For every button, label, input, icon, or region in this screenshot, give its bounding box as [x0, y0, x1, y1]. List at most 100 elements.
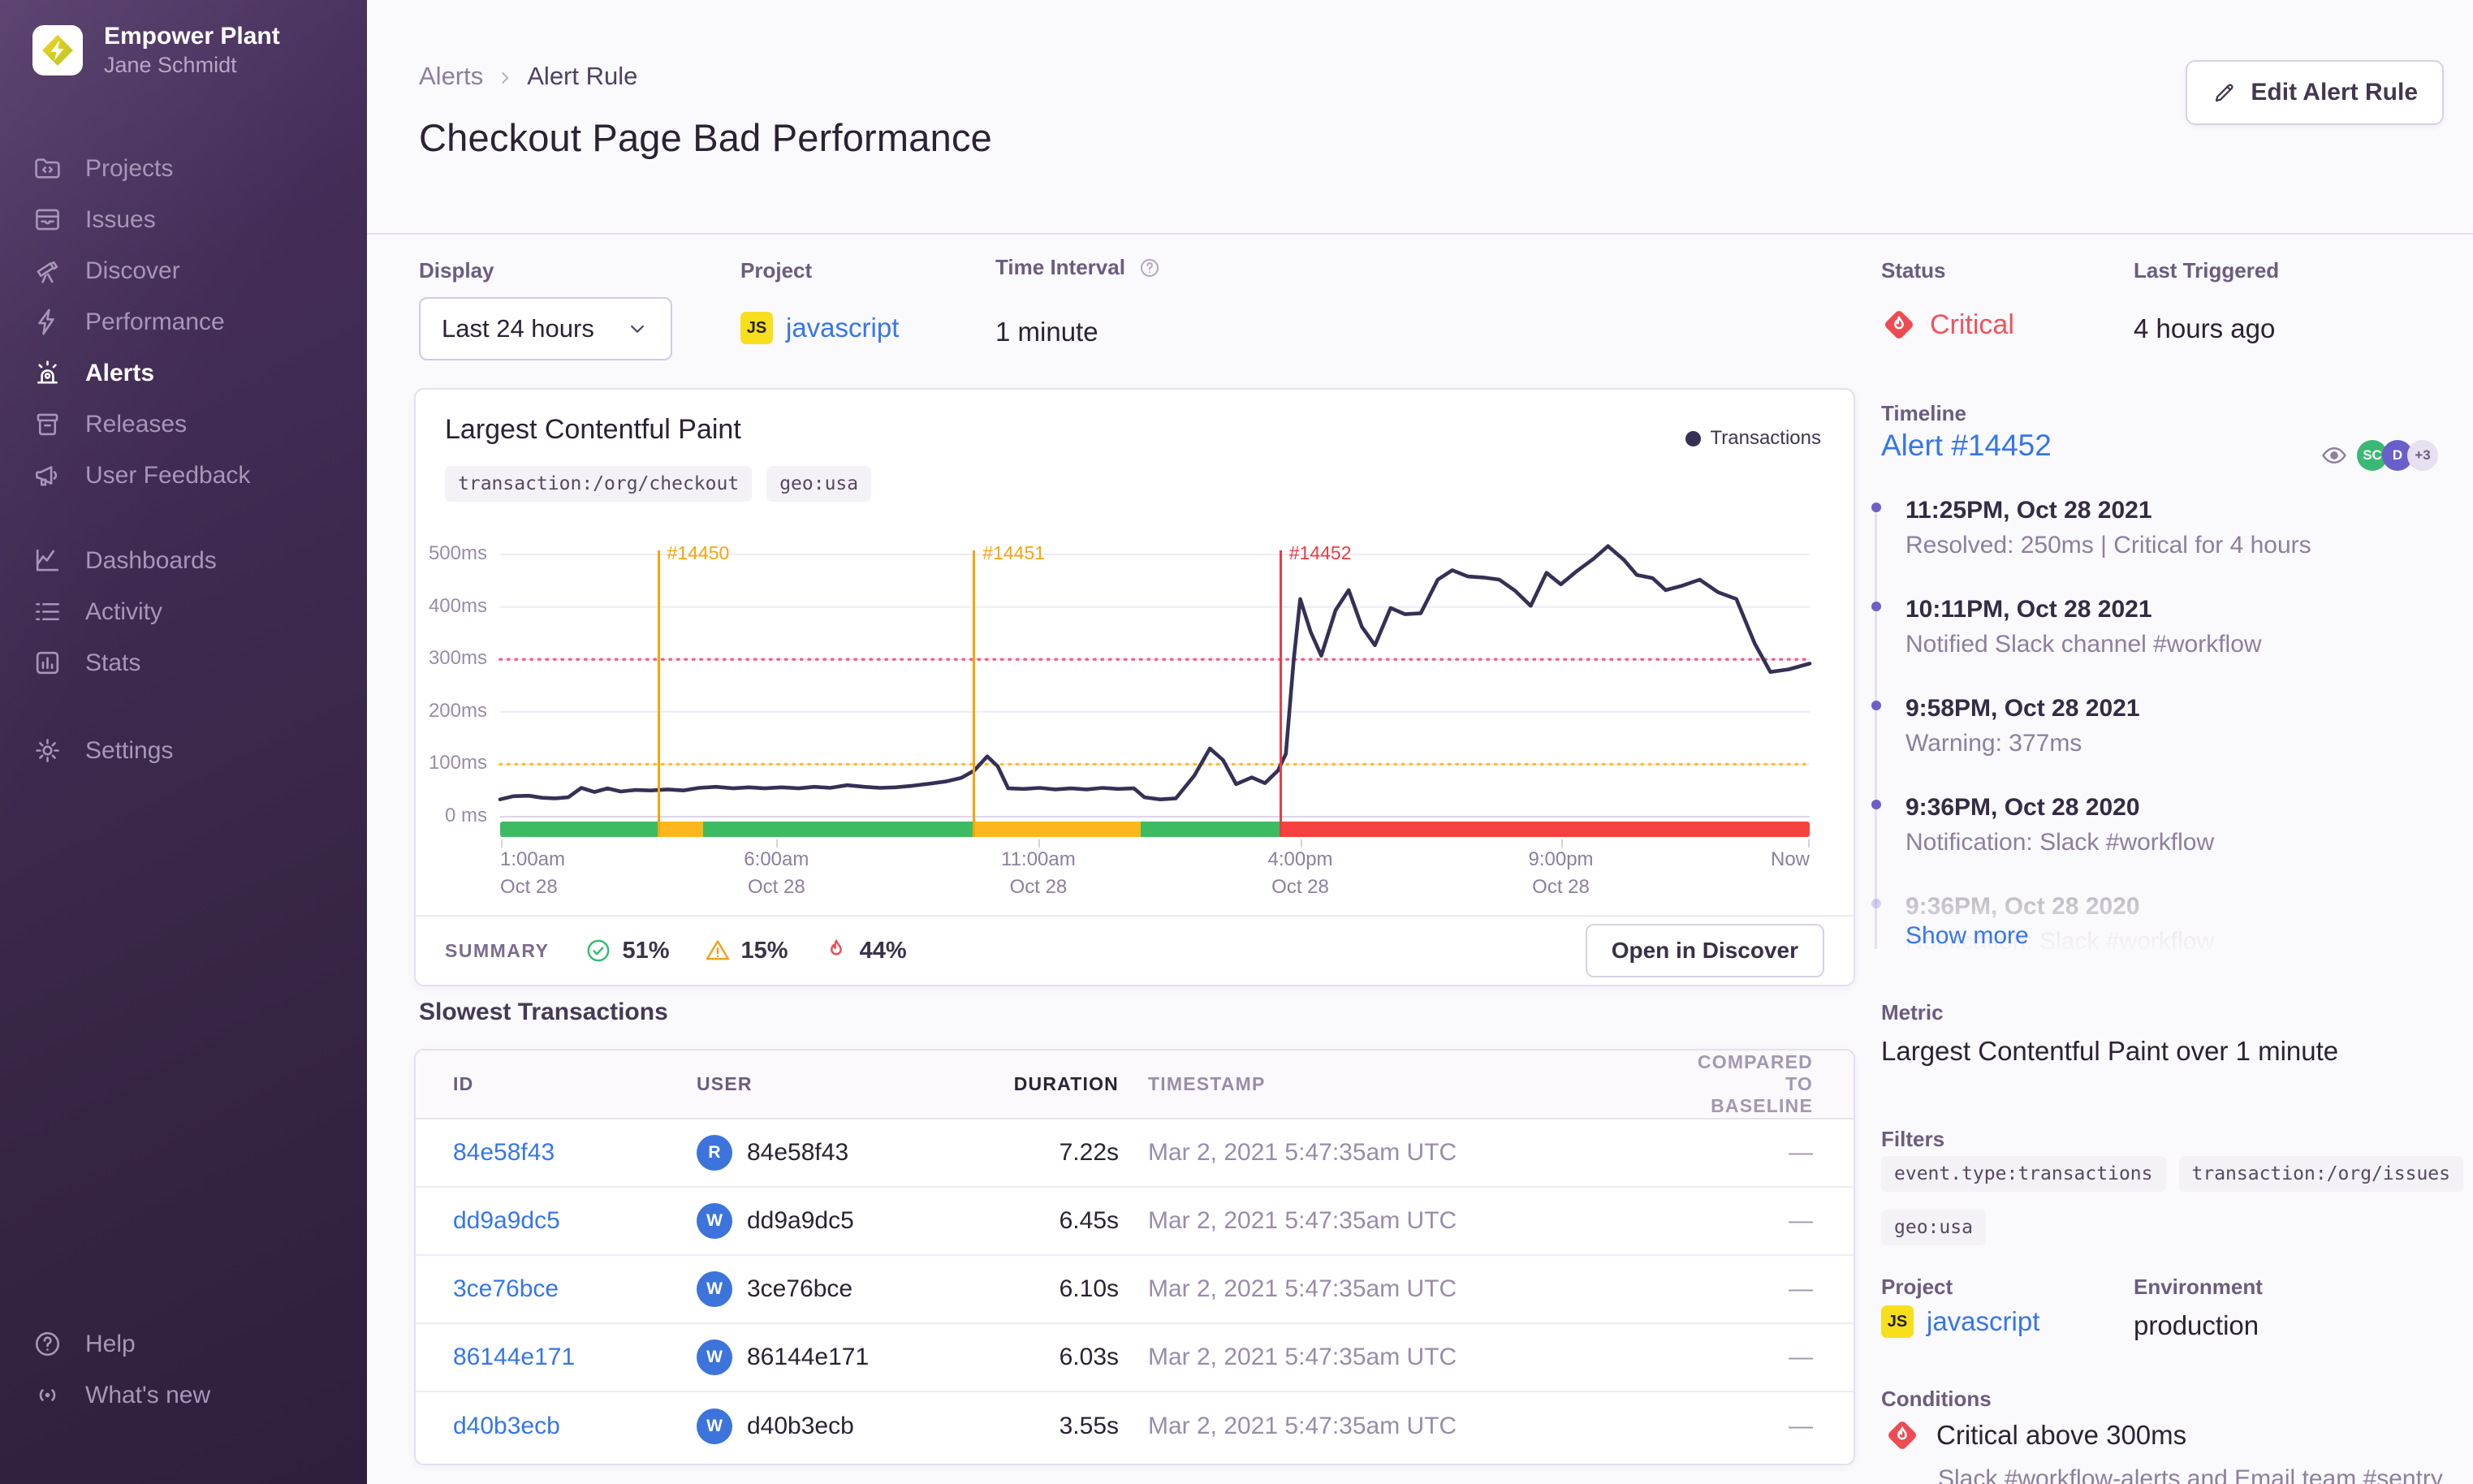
metric-label: Metric [1881, 1000, 1944, 1025]
transaction-id-link[interactable]: 84e58f43 [453, 1139, 697, 1167]
sidebar-item[interactable]: Performance [0, 296, 367, 347]
siren-icon [32, 358, 63, 388]
sidebar-item[interactable]: Dashboards [0, 535, 367, 586]
col-header-duration: DURATION [1013, 1073, 1119, 1094]
sidebar-item-label: Stats [85, 649, 141, 676]
axis-tickmark [501, 839, 503, 848]
y-axis-tick: 0 ms [444, 805, 487, 826]
user-avatar: W [697, 1203, 732, 1239]
event-description: Notified Slack channel #workflow [1905, 631, 2262, 658]
transactions-table: ID USER DURATION TIMESTAMP COMPARED TO B… [414, 1049, 1855, 1465]
sidebar-item[interactable]: Settings [0, 725, 367, 776]
nav-secondary: Dashboards Activity Stats [0, 535, 367, 688]
conditions-label: Conditions [1881, 1387, 1992, 1411]
project-detail-label: Project [1881, 1275, 1953, 1299]
table-row: d40b3ecb W d40b3ecb 3.55s Mar 2, 2021 5:… [416, 1392, 1854, 1460]
summary-critical: 44% [822, 937, 907, 964]
project-javascript-link[interactable]: javascript [1927, 1306, 2039, 1337]
activity-list-icon [32, 597, 63, 627]
incident-line[interactable] [973, 550, 976, 837]
summary-ok: 51% [585, 937, 670, 964]
incident-line[interactable] [1279, 550, 1282, 837]
x-axis-tick: 6:00am Oct 28 [744, 848, 809, 898]
status-strip-segment [500, 822, 658, 837]
timeline-bullet-icon [1871, 503, 1881, 512]
table-row: 84e58f43 R 84e58f43 7.22s Mar 2, 2021 5:… [416, 1119, 1854, 1188]
slowest-transactions-title: Slowest Transactions [419, 999, 668, 1025]
table-row: 3ce76bce W 3ce76bce 6.10s Mar 2, 2021 5:… [416, 1256, 1854, 1324]
timestamp-cell: Mar 2, 2021 5:47:35am UTC [1148, 1139, 1457, 1166]
sidebar-item-label: Discover [85, 257, 180, 284]
sidebar-item[interactable]: Issues [0, 194, 367, 245]
question-circle-icon[interactable] [1138, 257, 1161, 279]
timeline-event: 9:36PM, Oct 28 2020 Notification: Slack … [1871, 791, 2449, 860]
org-user: Jane Schmidt [104, 53, 237, 77]
transaction-id-link[interactable]: 3ce76bce [453, 1275, 697, 1303]
y-axis-tick: 100ms [428, 752, 487, 774]
chart-tags: transaction:/org/checkout geo:usa [445, 466, 872, 502]
sidebar-item[interactable]: Activity [0, 586, 367, 637]
legend-transactions[interactable]: Transactions [1685, 427, 1821, 450]
y-axis-tick: 200ms [428, 699, 487, 722]
chart-title: Largest Contentful Paint [445, 414, 741, 445]
sidebar-item-label: Releases [85, 410, 188, 438]
transaction-id-link[interactable]: d40b3ecb [453, 1413, 697, 1440]
last-triggered-value: 4 hours ago [2134, 313, 2276, 343]
sidebar-item[interactable]: Stats [0, 637, 367, 688]
status-critical-text: Critical [1930, 308, 2014, 340]
event-time: 9:36PM, Oct 28 2020 [1905, 893, 2140, 920]
axis-tickmark [1038, 839, 1040, 848]
filter-pills-row1: event.type:transactions transaction:/org/… [1881, 1156, 2463, 1192]
timeline-event: 11:25PM, Oct 28 2021 Resolved: 250ms | C… [1871, 494, 2449, 563]
display-select[interactable]: Last 24 hours [419, 297, 672, 360]
incident-label[interactable]: #14452 [1289, 542, 1352, 564]
col-header-id: ID [453, 1073, 474, 1094]
archive-icon [32, 409, 63, 439]
sidebar-item[interactable]: Alerts [0, 347, 367, 399]
sidebar-item-label: User Feedback [85, 461, 251, 489]
edit-alert-rule-button[interactable]: Edit Alert Rule [2186, 60, 2444, 125]
telescope-icon [32, 256, 63, 286]
sidebar-item[interactable]: Help [0, 1318, 367, 1370]
gear-icon [32, 736, 63, 766]
sidebar-item[interactable]: What's new [0, 1370, 367, 1421]
project-javascript-link[interactable]: javascript [786, 313, 899, 343]
col-header-timestamp: TIMESTAMP [1148, 1073, 1266, 1094]
show-more-link[interactable]: Show more [1905, 922, 2029, 950]
broadcast-icon [32, 1380, 63, 1410]
sidebar-item[interactable]: Discover [0, 245, 367, 296]
incident-line[interactable] [657, 550, 660, 837]
timestamp-cell: Mar 2, 2021 5:47:35am UTC [1148, 1413, 1457, 1439]
transaction-id-link[interactable]: 86144e171 [453, 1344, 697, 1371]
breadcrumb-alerts-link[interactable]: Alerts [419, 62, 483, 91]
bar-chart-icon [32, 648, 63, 678]
incident-label[interactable]: #14451 [982, 542, 1045, 564]
user-cell: W 86144e171 [697, 1339, 989, 1375]
metric-value: Largest Contentful Paint over 1 minute [1881, 1036, 2339, 1066]
transaction-id-link[interactable]: dd9a9dc5 [453, 1207, 697, 1235]
alert-14452-link[interactable]: Alert #14452 [1881, 429, 2052, 463]
project-label: Project [740, 258, 813, 283]
legend-dot-icon [1685, 430, 1701, 446]
user-cell: W d40b3ecb [697, 1409, 989, 1444]
baseline-cell: — [1789, 1207, 1813, 1234]
sidebar-item-label: Projects [85, 154, 174, 182]
filters-label: Filters [1881, 1127, 1945, 1151]
sidebar-item[interactable]: Projects [0, 143, 367, 194]
user-avatar: W [697, 1339, 732, 1375]
chart-panel: Largest Contentful Paint transaction:/or… [414, 388, 1855, 986]
critical-diamond-fire-icon [1881, 307, 1917, 343]
org-switcher[interactable]: Empower Plant Jane Schmidt [32, 21, 280, 79]
megaphone-icon [32, 460, 63, 490]
open-in-discover-button[interactable]: Open in Discover [1585, 924, 1824, 977]
duration-cell: 7.22s [1059, 1139, 1119, 1166]
incident-label[interactable]: #14450 [667, 542, 730, 564]
sidebar-item[interactable]: User Feedback [0, 450, 367, 501]
sidebar-item[interactable]: Releases [0, 399, 367, 450]
question-circle-icon [32, 1329, 63, 1359]
status-value: Critical [1881, 307, 2014, 343]
eye-icon[interactable] [2320, 442, 2348, 469]
chart-plot-area: #14450 #14451 #14452 500ms 400ms 300ms 200ms 1… [429, 542, 1812, 899]
duration-cell: 6.03s [1059, 1344, 1119, 1370]
event-description: Notification: Slack #workflow [1905, 829, 2215, 856]
